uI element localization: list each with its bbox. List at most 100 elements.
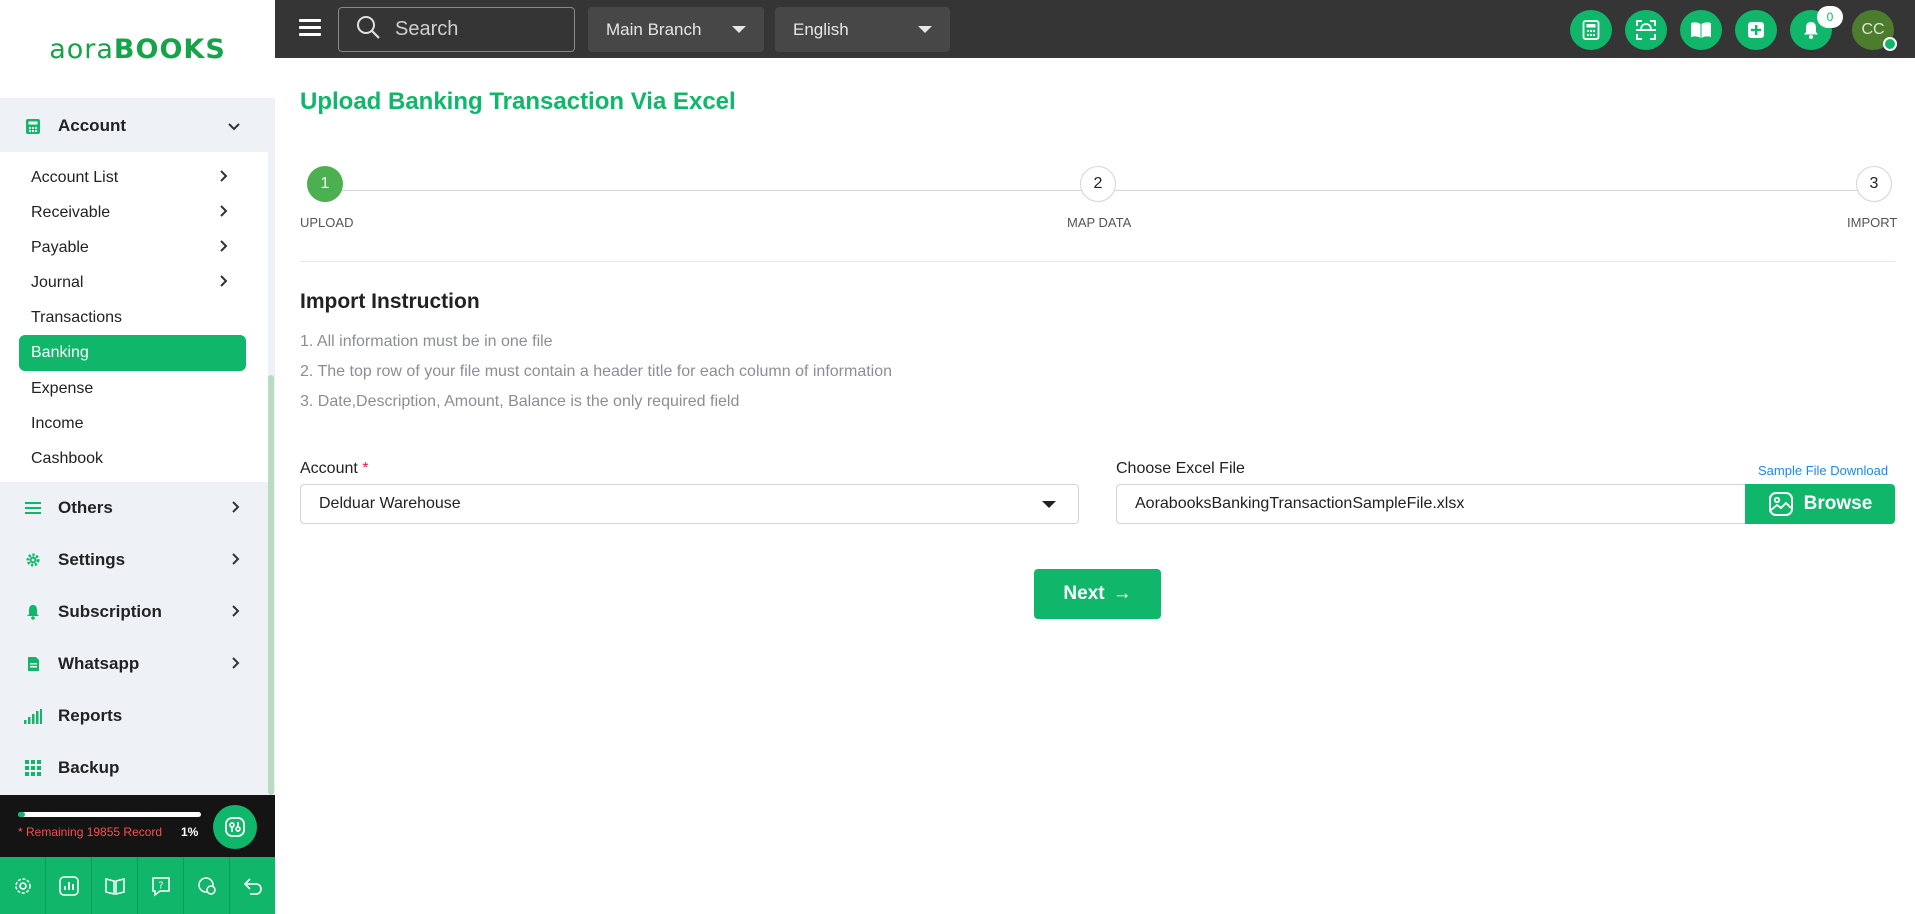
search-placeholder: Search: [395, 18, 459, 40]
plus-square-icon[interactable]: [1735, 10, 1777, 50]
file-name-value: AorabooksBankingTransactionSampleFile.xl…: [1135, 495, 1465, 512]
caret-down-icon: [732, 26, 746, 33]
sidebar-item-receivable[interactable]: Receivable: [0, 195, 268, 230]
online-status-dot: [1883, 37, 1897, 51]
sidebar-section-label: Others: [58, 498, 113, 517]
chevron-right-icon: [232, 552, 240, 568]
bell-icon: [24, 603, 42, 621]
step-1-circle: 1: [307, 166, 343, 202]
page-title: Upload Banking Transaction Via Excel: [300, 88, 736, 115]
step-3-circle: 3: [1856, 166, 1892, 202]
chart-icon[interactable]: [46, 857, 92, 914]
search-input[interactable]: Search: [338, 7, 575, 52]
language-value: English: [793, 19, 849, 39]
sidebar-item-label: Journal: [31, 273, 84, 291]
section-divider: [300, 261, 1895, 262]
sidebar-section-label: Reports: [58, 706, 123, 725]
sidebar-section-label: Subscription: [58, 602, 162, 621]
account-select-value: Delduar Warehouse: [319, 495, 461, 512]
help-icon[interactable]: ?: [138, 857, 184, 914]
sidebar-scrollbar[interactable]: [268, 375, 274, 795]
sidebar-menu: Account Account List Receivable Payable …: [0, 98, 268, 795]
chevron-right-icon: [232, 604, 240, 620]
grid-icon: [24, 759, 42, 777]
file-name-input[interactable]: AorabooksBankingTransactionSampleFile.xl…: [1116, 484, 1746, 524]
sidebar-item-expense[interactable]: Expense: [0, 371, 268, 406]
book-open-icon[interactable]: [1680, 10, 1722, 50]
avatar-initials: CC: [1861, 21, 1885, 38]
app-logo[interactable]: aoraBOOKS: [49, 34, 226, 65]
sidebar-item-journal[interactable]: Journal: [0, 265, 268, 300]
logo-text-light: aora: [49, 33, 114, 65]
sidebar-item-label: Banking: [31, 344, 89, 361]
instruction-item: 2. The top row of your file must contain…: [300, 363, 893, 380]
sidebar-section-reports[interactable]: Reports: [0, 690, 268, 742]
search-icon: [355, 14, 381, 45]
chevron-right-icon: [220, 274, 228, 292]
chat-icon[interactable]: [184, 857, 230, 914]
instruction-item: 1. All information must be in one file: [300, 333, 553, 350]
sidebar-item-label: Income: [31, 414, 84, 432]
step-3-label: IMPORT: [1847, 215, 1898, 230]
step-2-circle: 2: [1080, 166, 1116, 202]
avatar[interactable]: CC: [1852, 10, 1897, 51]
account-field-label: Account *: [300, 460, 369, 478]
calculator-icon[interactable]: [1570, 10, 1612, 50]
calculator-icon: [24, 117, 42, 135]
sidebar-section-label: Whatsapp: [58, 654, 140, 673]
chevron-right-icon: [232, 500, 240, 516]
sidebar-item-account-list[interactable]: Account List: [0, 160, 268, 195]
settings-icon[interactable]: [0, 857, 46, 914]
chevron-down-icon: [228, 119, 240, 134]
import-stepper: 1 2 3 UPLOAD MAP DATA IMPORT: [300, 166, 1898, 236]
arrow-right-icon: →: [1112, 583, 1132, 604]
image-icon: [1768, 492, 1793, 516]
back-icon[interactable]: [230, 857, 275, 914]
branch-select[interactable]: Main Branch: [588, 7, 764, 52]
sidebar-item-label: Expense: [31, 379, 94, 397]
chevron-right-icon: [220, 169, 228, 187]
caret-down-icon: [918, 26, 932, 33]
book-icon[interactable]: [92, 857, 138, 914]
account-submenu: Account List Receivable Payable Journal …: [0, 152, 268, 482]
usage-panel: * Remaining 19855 Record 1%: [0, 795, 275, 857]
sidebar-item-banking[interactable]: Banking: [19, 335, 246, 371]
browse-button[interactable]: Browse: [1745, 484, 1895, 524]
sidebar-bottom-toolbar: ?: [0, 857, 275, 914]
chevron-right-icon: [232, 656, 240, 672]
sidebar-item-payable[interactable]: Payable: [0, 230, 268, 265]
sidebar-item-transactions[interactable]: Transactions: [0, 300, 268, 335]
chevron-right-icon: [220, 239, 228, 257]
sidebar-section-whatsapp[interactable]: Whatsapp: [0, 638, 268, 690]
branch-value: Main Branch: [606, 19, 702, 39]
sidebar-item-label: Cashbook: [31, 449, 104, 467]
main-content: Upload Banking Transaction Via Excel 1 2…: [275, 58, 1915, 914]
chevron-right-icon: [220, 204, 228, 222]
instruction-item: 3. Date,Description, Amount, Balance is …: [300, 393, 740, 410]
upgrade-button[interactable]: [213, 805, 257, 849]
required-mark: *: [362, 460, 369, 477]
menu-toggle-icon[interactable]: [299, 19, 321, 37]
sidebar-section-label: Backup: [58, 758, 120, 777]
sidebar-section-settings[interactable]: Settings: [0, 534, 268, 586]
sidebar-item-label: Transactions: [31, 308, 122, 326]
usage-progress-fill: [18, 812, 26, 817]
sidebar-item-income[interactable]: Income: [0, 406, 268, 441]
sidebar-section-account[interactable]: Account: [0, 100, 268, 152]
account-select[interactable]: Delduar Warehouse: [300, 484, 1079, 524]
browse-label: Browse: [1803, 493, 1873, 514]
sidebar-section-backup[interactable]: Backup: [0, 742, 268, 794]
language-select[interactable]: English: [775, 7, 950, 52]
sidebar: aoraBOOKS Account Account List Receivabl…: [0, 0, 275, 914]
sidebar-item-cashbook[interactable]: Cashbook: [0, 441, 268, 476]
scan-icon[interactable]: [1625, 10, 1667, 50]
sidebar-section-label: Settings: [58, 550, 126, 569]
sidebar-section-subscription[interactable]: Subscription: [0, 586, 268, 638]
sidebar-section-others[interactable]: Others: [0, 482, 268, 534]
next-button[interactable]: Next →: [1034, 569, 1161, 619]
usage-percent: 1%: [181, 825, 199, 839]
gear-icon: [24, 551, 42, 569]
next-label: Next: [1063, 583, 1105, 604]
document-icon: [24, 655, 42, 673]
sample-file-download-link[interactable]: Sample File Download: [1758, 463, 1888, 478]
